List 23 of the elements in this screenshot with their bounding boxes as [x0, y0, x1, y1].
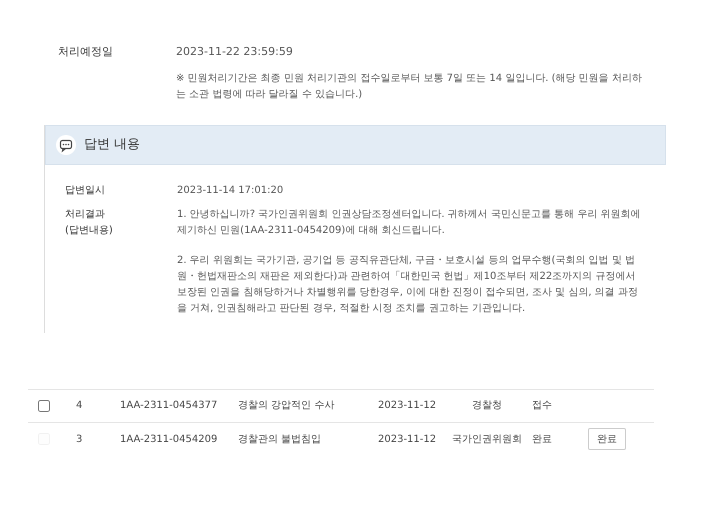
table-cell-text: 국가인권위원회	[451, 432, 523, 446]
table-cell-text: 경찰의 강압적인 수사	[238, 399, 336, 413]
field-label: 처리결과 (답변내용)	[65, 208, 114, 238]
table-cell-text: 1AA-2311-0454377	[120, 399, 218, 413]
answer-text: 1. 안녕하십니까? 국가인권위원회 인권상담조정센터입니다. 귀하께서 국민신문고를 통해 우리 위원회에 제기하신 민원(1AA-2311-0454209)에 대해 회신드립니다.	[177, 208, 642, 238]
answer-text: 2023-11-14 17:01:20	[177, 184, 284, 198]
table-cell-text: 1AA-2311-0454209	[120, 432, 218, 446]
notice-text: ※ 민원처리기간은 최종 민원 처리기관의 접수일로부터 보통 7일 또는 14 일입니다. (해당 민원을 처리하는 소관 법령에 따라 달라질 수 있습니다.)	[176, 72, 643, 102]
chat-icon	[56, 134, 76, 154]
table-cell-text: 2023-11-12	[378, 432, 438, 446]
table-cell-text: 경찰관의 불법침입	[238, 432, 322, 446]
table-cell-text: 접수	[532, 399, 553, 413]
answer-text: 2. 우리 위원회는 국가기관, 공기업 등 공직유관단체, 구금・보호시설 등의 업무수행(국회의 입법 및 법원・헌법재판소의 재판은 제외한다)과 관련하여「대한민국 헌법」제10조부터 제22조까지의 규정에서 보장된 인권을 침해당하거나 차별행위를 당한경우, 이에 대한 진정이 접수되면, 조사 및 심의, 의결 과정을 거쳐, 인권침해라고 판단된 경우, 적절한 시정 조치를 권고하는 기관입니다.	[177, 254, 639, 316]
table-cell-text: 2023-11-12	[378, 399, 438, 413]
row-checkbox[interactable]	[38, 400, 50, 412]
field-value: 2023-11-22 23:59:59	[176, 44, 294, 60]
field-label: 처리예정일	[58, 44, 114, 60]
table-cell-text: 4	[76, 399, 84, 413]
panel-title: 답변 내용	[84, 136, 140, 154]
field-label: 답변일시	[65, 184, 106, 198]
table-cell-text: 경찰청	[471, 399, 503, 413]
table-cell-text: 3	[76, 432, 84, 446]
table-cell-text: 완료	[532, 432, 553, 446]
